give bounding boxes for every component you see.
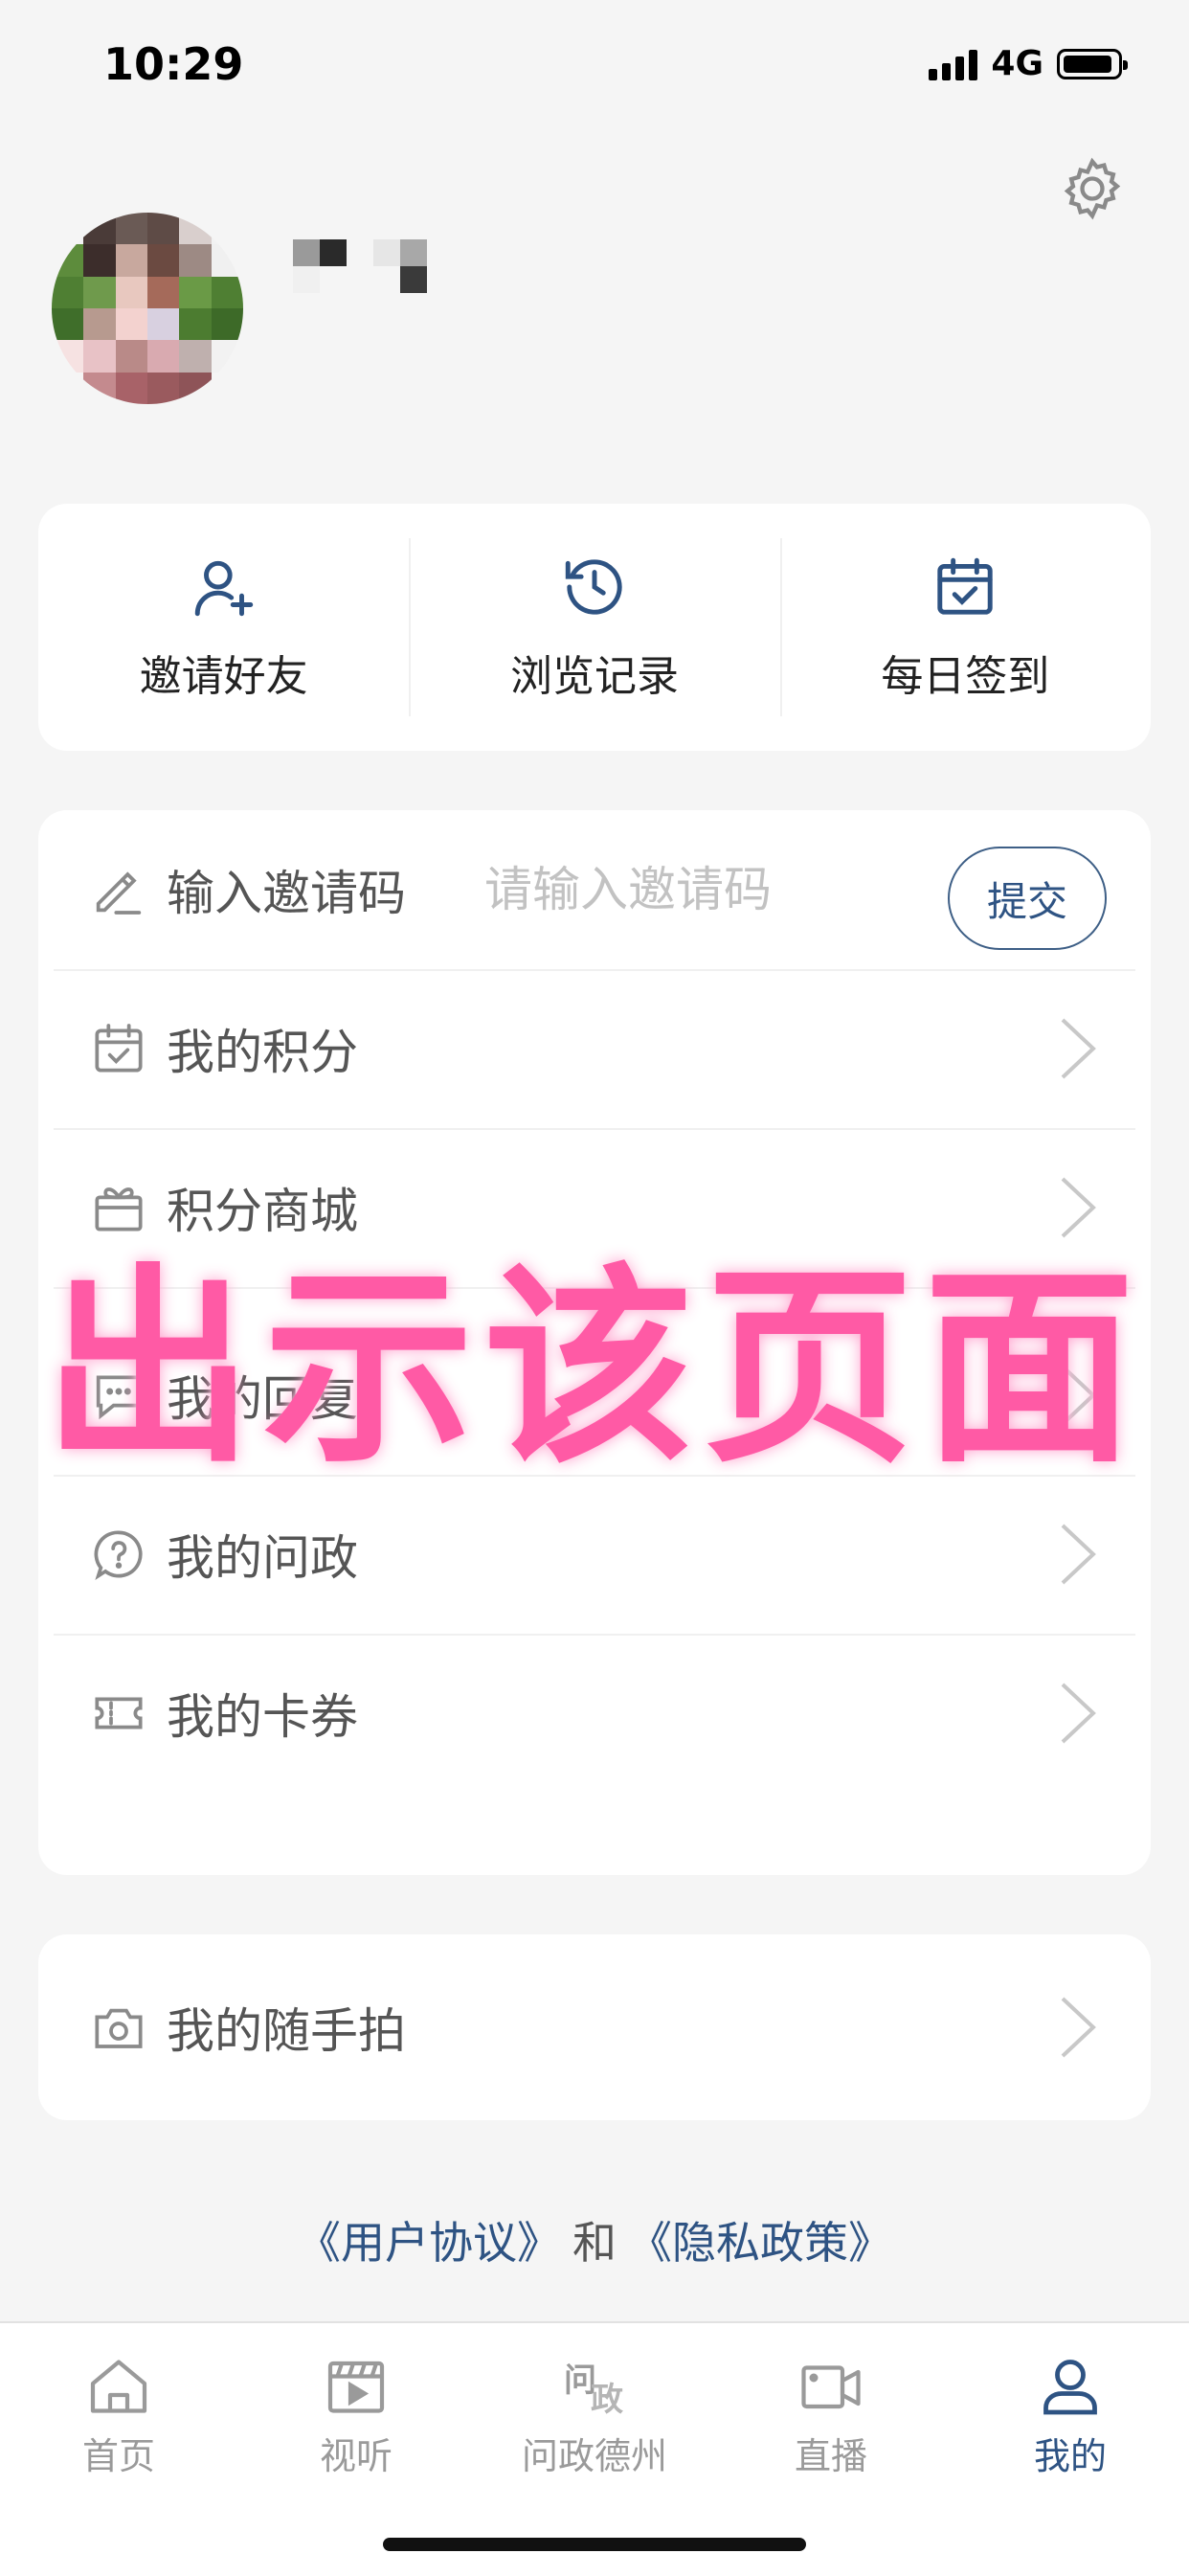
invite-friends-button[interactable]: 邀请好友 [38,504,409,751]
submit-button[interactable]: 提交 [948,847,1107,950]
menu-item-label: 我的卡券 [167,1689,358,1745]
network-type: 4G [991,44,1043,83]
tab-label: 我的 [1033,2435,1107,2477]
tab-wenzheng-dezhou[interactable]: 问政 问政德州 [499,2352,690,2479]
wenzheng-icon: 问政 [564,2361,623,2419]
live-camera-icon [801,2365,861,2409]
battery-icon [1057,48,1128,79]
calendar-check-icon [937,557,993,615]
policy-links: 《用户协议》和《隐私政策》 [0,2208,1189,2271]
user-agreement-link[interactable]: 《用户协议》 [297,2217,561,2269]
avatar[interactable] [52,213,243,404]
privacy-policy-link[interactable]: 《隐私政策》 [628,2217,892,2269]
chevron-right-icon [1061,1683,1096,1744]
status-indicators: 4G [929,44,1128,83]
coupon-icon [95,1697,143,1729]
invite-code-label: 输入邀请码 [167,866,406,921]
calendar-check-icon [95,1024,143,1073]
chevron-right-icon [1061,1524,1096,1585]
invite-code-row: 输入邀请码 提交 [54,810,1135,971]
tab-label: 首页 [81,2435,155,2477]
overlay-text: 出示该页面 [42,1246,1144,1491]
menu-item-label: 我的积分 [167,1025,358,1080]
snapshot-card: 我的随手拍 [38,1934,1151,2120]
video-clapper-icon [327,2361,385,2413]
gear-icon[interactable] [1057,153,1128,224]
home-indicator [383,2538,806,2551]
tab-label: 直播 [794,2435,867,2477]
tab-video[interactable]: 视听 [260,2352,452,2479]
tab-label: 问政德州 [521,2435,667,2477]
invite-code-input[interactable] [482,861,927,918]
quick-action-label: 邀请好友 [139,652,308,701]
chevron-right-icon [1061,1997,1096,2058]
user-icon [1043,2360,1097,2415]
menu-item-my-coupons[interactable]: 我的卡券 [54,1634,1135,1793]
tab-mine[interactable]: 我的 [975,2352,1166,2479]
question-bubble-icon [94,1530,143,1581]
menu-item-my-snapshots[interactable]: 我的随手拍 [54,1948,1135,2107]
pencil-icon [96,871,142,915]
username-blurred [293,239,454,293]
quick-actions-card: 邀请好友 浏览记录 每日签到 [38,504,1151,751]
daily-checkin-button[interactable]: 每日签到 [779,504,1151,751]
menu-item-label: 我的随手拍 [167,2003,406,2059]
quick-action-label: 每日签到 [881,652,1050,701]
signal-icon [929,48,978,80]
menu-item-my-points[interactable]: 我的积分 [54,969,1135,1130]
quick-action-label: 浏览记录 [509,652,679,701]
add-user-icon [194,560,253,617]
chevron-right-icon [1061,1018,1096,1079]
status-time: 10:29 [103,38,244,90]
home-icon [90,2360,147,2413]
tab-live[interactable]: 直播 [735,2352,927,2479]
browse-history-button[interactable]: 浏览记录 [409,504,779,751]
menu-item-label: 我的问政 [167,1530,358,1586]
camera-icon [95,2008,143,2048]
and-text: 和 [572,2217,617,2269]
history-icon [565,559,622,615]
tab-home[interactable]: 首页 [23,2352,214,2479]
tab-label: 视听 [319,2435,393,2477]
